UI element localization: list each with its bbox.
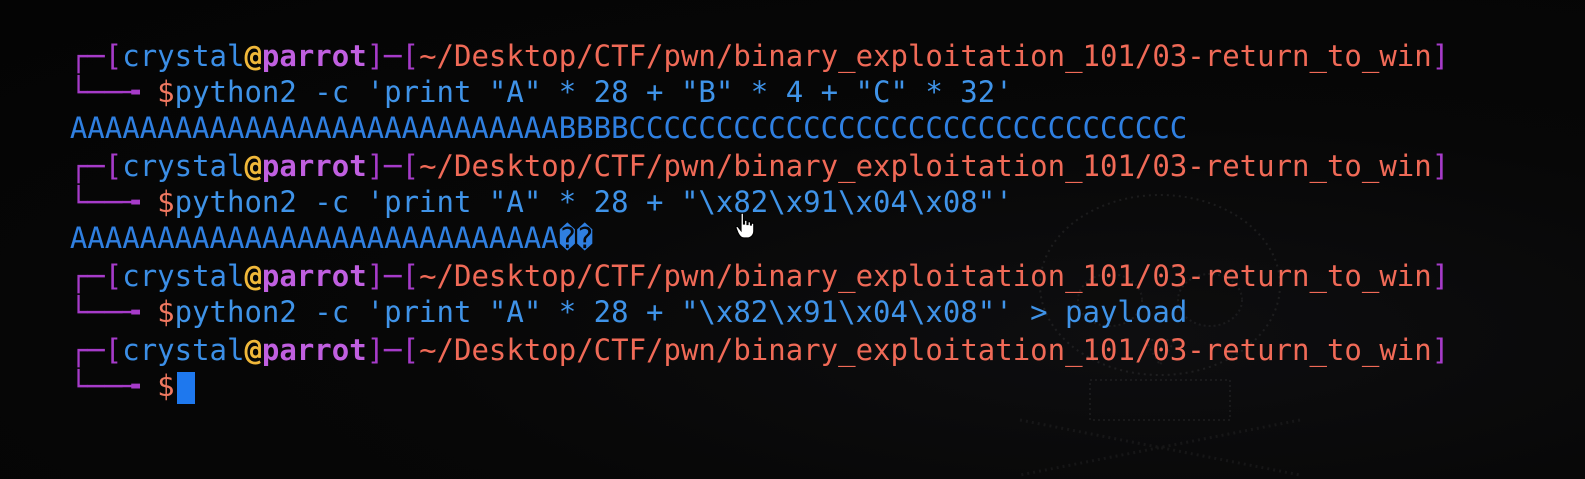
prompt-header-line: ┌─[crystal@parrot]─[~/Desktop/CTF/pwn/bi…	[0, 296, 1449, 367]
frame-close: ]	[1431, 39, 1450, 73]
command-output: AAAAAAAAAAAAAAAAAAAAAAAAAAAA��	[0, 184, 594, 255]
prompt-at: @	[244, 333, 262, 367]
command-line: └──╼ $python2 -c 'print "A" * 28 + "\x82…	[0, 258, 1187, 329]
command-line: └──╼ $python2 -c 'print "A" * 28 + "\x82…	[0, 148, 1013, 219]
prompt-header-line: ┌─[crystal@parrot]─[~/Desktop/CTF/pwn/bi…	[0, 112, 1449, 183]
frame-close: ]	[1431, 259, 1450, 293]
prompt-dollar: $	[157, 369, 175, 403]
hand-pointer-cursor-icon	[735, 212, 755, 239]
prompt-path: ~/Desktop/CTF/pwn/binary_exploitation_10…	[419, 333, 1432, 367]
prompt-header-line: ┌─[crystal@parrot]─[~/Desktop/CTF/pwn/bi…	[0, 222, 1449, 293]
prompt-host: parrot	[261, 333, 367, 367]
frame-close: ]	[1431, 149, 1450, 183]
active-command-line[interactable]: └──╼ $	[0, 332, 195, 404]
frame-close: ]	[1431, 333, 1450, 367]
text-cursor	[176, 372, 195, 404]
frame-separator: ]─[	[366, 333, 420, 367]
command-line: └──╼ $python2 -c 'print "A" * 28 + "B" *…	[0, 38, 1013, 109]
command-output: AAAAAAAAAAAAAAAAAAAAAAAAAAAABBBBCCCCCCCC…	[0, 74, 1187, 145]
terminal-window[interactable]: ┌─[crystal@parrot]─[~/Desktop/CTF/pwn/bi…	[0, 0, 1585, 479]
prompt-header-line: ┌─[crystal@parrot]─[~/Desktop/CTF/pwn/bi…	[0, 2, 1449, 73]
frame-corner-bottom: └──╼	[69, 369, 158, 403]
